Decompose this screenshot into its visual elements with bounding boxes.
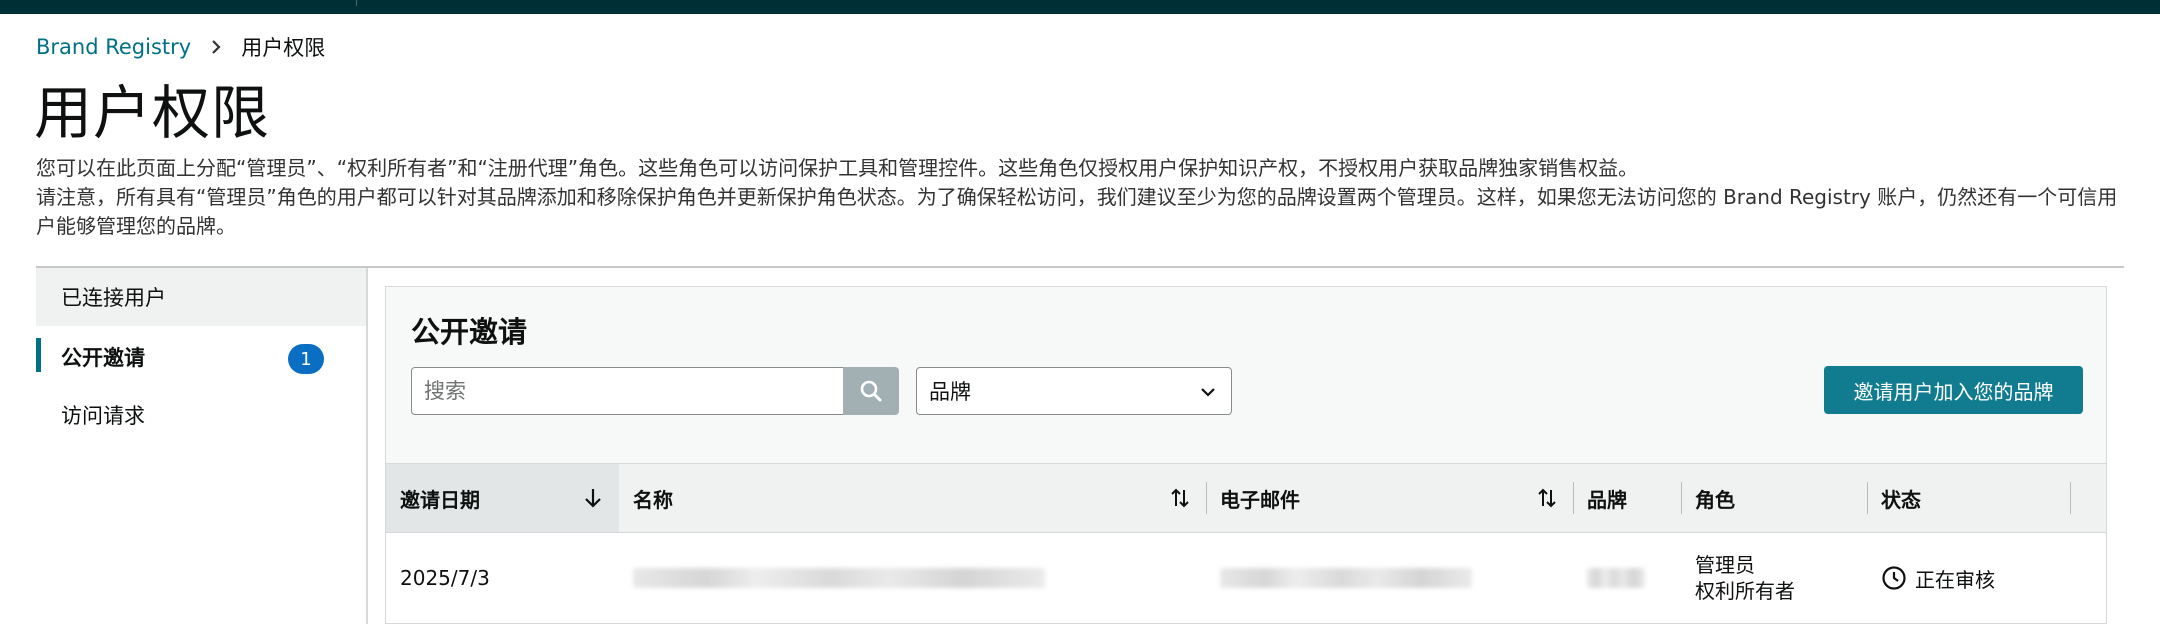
sidebar-item-label: 已连接用户	[61, 286, 166, 310]
clock-icon	[1882, 566, 1906, 590]
chevron-right-icon	[209, 39, 225, 55]
sort-both-icon	[1171, 488, 1189, 508]
cell-email-redacted	[1206, 533, 1573, 623]
sidebar-item-access-requests[interactable]: 访问请求	[36, 386, 366, 444]
sidebar-item-label: 访问请求	[61, 404, 145, 428]
cell-brand-redacted	[1573, 533, 1681, 623]
cell-status: 正在审核	[1867, 533, 2070, 623]
sidebar: 已连接用户 公开邀请 1 访问请求	[36, 268, 366, 624]
description-line-2: 请注意，所有具有“管理员”角色的用户都可以针对其品牌添加和移除保护角色并更新保护…	[36, 185, 2118, 238]
panel-title: 公开邀请	[411, 315, 528, 349]
cell-invite-date: 2025/7/3	[400, 566, 490, 590]
sidebar-divider	[366, 268, 368, 624]
active-indicator	[36, 338, 41, 372]
redacted-brand	[1587, 568, 1645, 588]
table-row: 2025/7/3 管理员 权利所有者 正在审核	[386, 533, 2106, 623]
sidebar-item-label: 公开邀请	[61, 346, 145, 370]
cell-roles: 管理员 权利所有者	[1681, 533, 1867, 623]
column-header-invite-date[interactable]: 邀请日期	[386, 464, 619, 532]
count-badge: 1	[288, 344, 324, 374]
page-title: 用户权限	[34, 79, 271, 147]
redacted-email	[1220, 568, 1472, 588]
chevron-down-icon	[1201, 388, 1215, 397]
sort-down-icon	[585, 489, 601, 508]
brand-select-value: 品牌	[929, 380, 971, 404]
search-input[interactable]	[411, 367, 845, 415]
column-header-role: 角色	[1695, 487, 1735, 512]
redacted-name	[633, 568, 1045, 588]
cell-name-redacted	[619, 533, 1206, 623]
page-description: 您可以在此页面上分配“管理员”、“权利所有者”和“注册代理”角色。这些角色可以访…	[36, 154, 2136, 241]
role-admin: 管理员	[1695, 553, 1755, 577]
role-rights-owner: 权利所有者	[1695, 579, 1795, 603]
breadcrumb-current: 用户权限	[241, 36, 326, 60]
search-icon	[860, 380, 882, 402]
description-line-1: 您可以在此页面上分配“管理员”、“权利所有者”和“注册代理”角色。这些角色可以访…	[36, 156, 1639, 180]
search-button[interactable]	[843, 367, 899, 415]
brand-select[interactable]: 品牌	[916, 367, 1232, 415]
column-header-status: 状态	[1881, 487, 1921, 512]
top-navigation-bar	[0, 0, 2160, 14]
column-separator	[2070, 482, 2071, 514]
column-header-brand: 品牌	[1587, 487, 1627, 512]
topbar-separator	[356, 0, 357, 6]
table-header: 邀请日期 名称 电子邮件 品牌 角色 状态	[386, 463, 2106, 533]
status-text: 正在审核	[1915, 567, 1995, 592]
open-invitations-panel: 公开邀请 品牌 邀请用户加入您的品牌 邀请日期 名称 电子邮件 品牌 角色	[385, 286, 2107, 624]
sidebar-item-connected-users[interactable]: 已连接用户	[36, 268, 366, 326]
sidebar-item-open-invitations[interactable]: 公开邀请 1	[36, 328, 366, 386]
breadcrumb-brand-registry-link[interactable]: Brand Registry	[36, 35, 191, 59]
column-header-email[interactable]: 电子邮件	[1206, 464, 1573, 532]
column-header-name[interactable]: 名称	[619, 464, 1206, 532]
breadcrumb: Brand Registry 用户权限	[36, 30, 325, 64]
invite-user-button[interactable]: 邀请用户加入您的品牌	[1824, 366, 2083, 414]
sort-both-icon	[1538, 488, 1556, 508]
